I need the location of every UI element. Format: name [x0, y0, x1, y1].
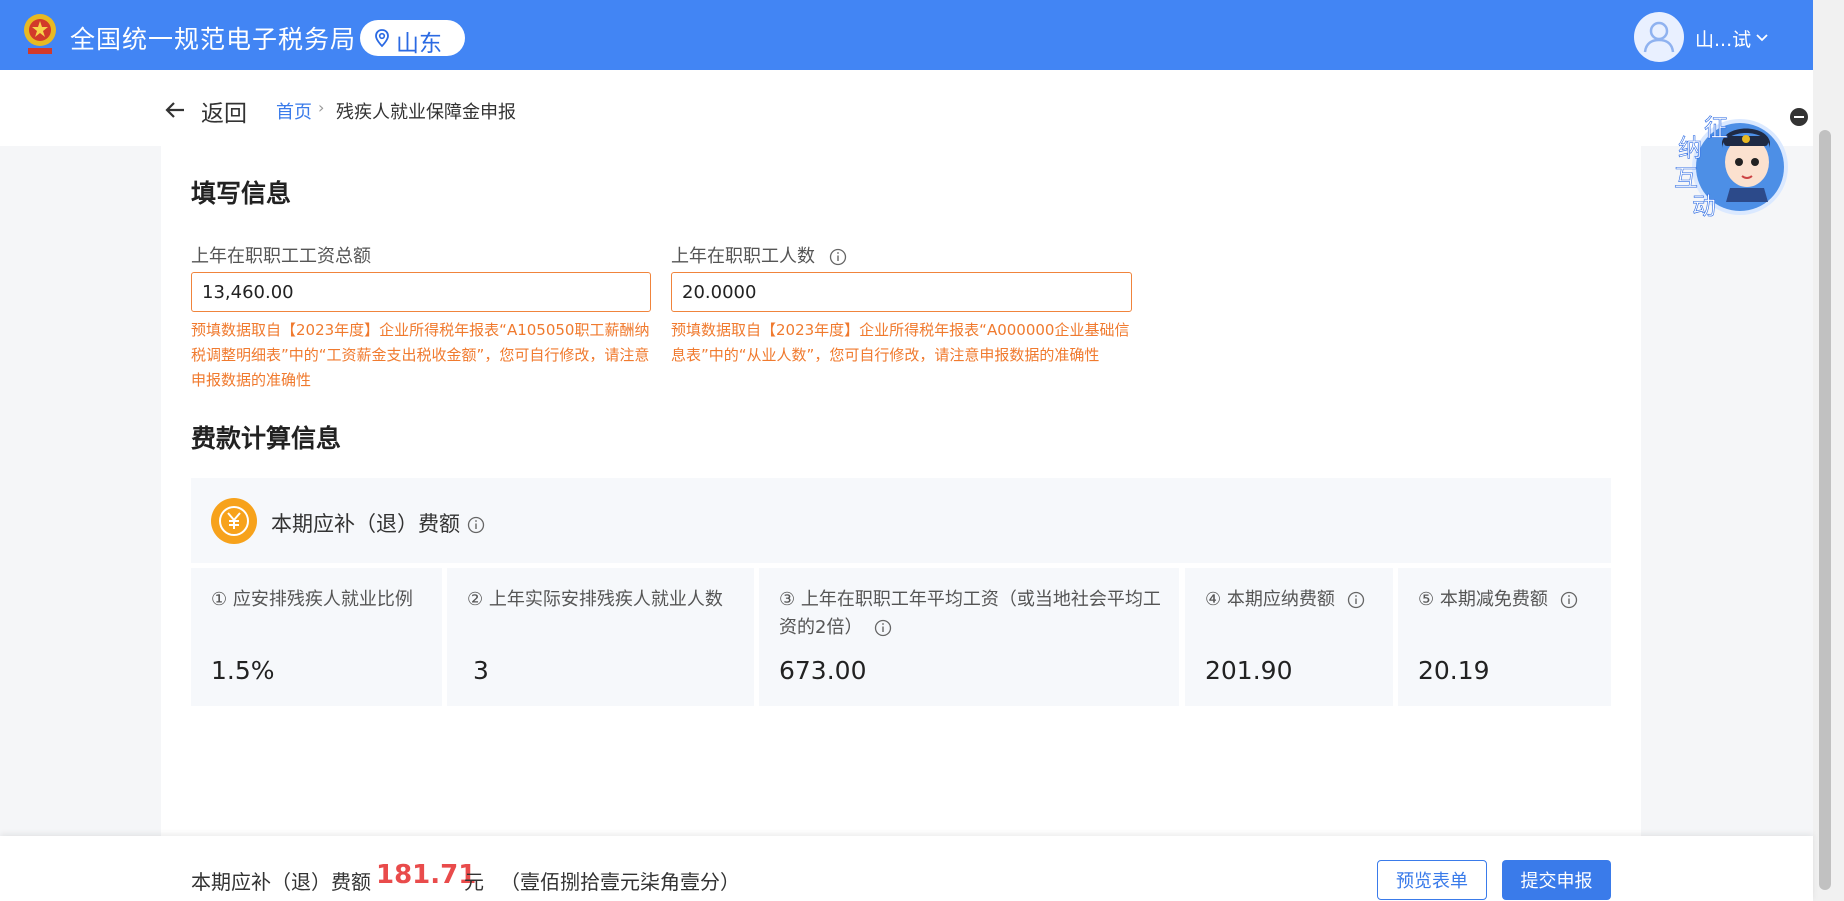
- mascot-char-dong: 动: [1692, 192, 1716, 220]
- mascot-icon: 征 纳 互 动: [1674, 114, 1788, 220]
- preview-form-button[interactable]: 预览表单: [1377, 860, 1487, 900]
- tax-emblem-icon: [24, 14, 56, 54]
- metric-label-wrap: ④ 本期应纳费额: [1205, 586, 1395, 614]
- mascot-char-na: 纳: [1678, 134, 1702, 162]
- calc-section-title: 费款计算信息: [191, 424, 342, 453]
- metric-value: 3: [473, 656, 489, 685]
- footer-bar: 本期应补（退）费额 181.71 元 （壹佰捌拾壹元柒角壹分） 预览表单 提交申…: [0, 836, 1813, 901]
- metric-label: ③ 上年在职职工年平均工资（或当地社会平均工资的2倍）: [779, 589, 1161, 638]
- yuan-coin-icon: [211, 498, 257, 544]
- footer-fee-in-words: （壹佰捌拾壹元柒角壹分）: [500, 870, 740, 894]
- metric-label-wrap: ⑤ 本期减免费额: [1418, 586, 1613, 614]
- footer-fee-amount: 181.71: [376, 860, 477, 890]
- close-icon[interactable]: [1790, 108, 1808, 126]
- fill-section-title: 填写信息: [191, 179, 292, 208]
- mascot-char-zheng: 征: [1704, 114, 1728, 142]
- metric-disabled-employees: ② 上年实际安排残疾人就业人数 3: [447, 568, 754, 706]
- back-button[interactable]: 返回: [163, 94, 263, 127]
- employee-count-hint: 预填数据取自【2023年度】企业所得税年报表“A000000企业基础信息表”中的…: [671, 321, 1130, 364]
- fee-summary-label-wrap: 本期应补（退）费额: [271, 508, 485, 538]
- metric-label: ② 上年实际安排残疾人就业人数: [467, 589, 723, 610]
- employee-count-label-wrap: 上年在职职工人数: [671, 242, 847, 268]
- fee-summary-label: 本期应补（退）费额: [271, 512, 460, 536]
- info-icon[interactable]: [467, 516, 485, 534]
- user-avatar-icon: [1643, 21, 1675, 53]
- user-avatar[interactable]: [1634, 12, 1684, 62]
- metric-value: 673.00: [779, 656, 867, 685]
- footer-fee-unit: 元: [464, 870, 484, 894]
- metric-value: 201.90: [1205, 656, 1293, 685]
- main-panel: 填写信息 上年在职职工工资总额 预填数据取自【2023年度】企业所得税年报表“A…: [161, 146, 1641, 836]
- total-wage-input[interactable]: [191, 272, 651, 312]
- metric-employment-ratio: ① 应安排残疾人就业比例 1.5%: [191, 568, 442, 706]
- info-icon[interactable]: [874, 619, 892, 637]
- submit-declaration-button[interactable]: 提交申报: [1502, 860, 1611, 900]
- mascot-char-hu: 互: [1674, 164, 1698, 192]
- back-arrow-icon: [165, 102, 184, 118]
- total-wage-label: 上年在职职工工资总额: [191, 246, 371, 267]
- metric-value: 1.5%: [211, 656, 275, 685]
- mascot-widget[interactable]: 征 纳 互 动: [1660, 102, 1790, 232]
- user-name[interactable]: 山...试: [1695, 25, 1751, 52]
- scroll-thumb[interactable]: [1819, 130, 1831, 890]
- metric-label: ④ 本期应纳费额: [1205, 589, 1335, 610]
- metric-label-wrap: ③ 上年在职职工年平均工资（或当地社会平均工资的2倍）: [779, 586, 1169, 642]
- metric-label: ① 应安排残疾人就业比例: [211, 589, 413, 610]
- info-icon[interactable]: [1560, 591, 1578, 609]
- region-label: 山东: [396, 31, 442, 57]
- chevron-down-icon[interactable]: [1754, 29, 1770, 45]
- location-pin-icon: [375, 29, 389, 48]
- metric-value: 20.19: [1418, 656, 1490, 685]
- metric-label: ⑤ 本期减免费额: [1418, 589, 1548, 610]
- breadcrumb-home-link[interactable]: 首页: [276, 98, 312, 124]
- footer-fee-label: 本期应补（退）费额: [191, 870, 371, 894]
- metric-payable-fee: ④ 本期应纳费额 201.90: [1185, 568, 1393, 706]
- page-scrollbar[interactable]: [1813, 0, 1844, 901]
- metric-average-wage: ③ 上年在职职工年平均工资（或当地社会平均工资的2倍） 673.00: [759, 568, 1179, 706]
- breadcrumb-bar: 返回 首页 › 残疾人就业保障金申报: [0, 70, 1813, 146]
- metric-reduced-fee: ⑤ 本期减免费额 20.19: [1398, 568, 1611, 706]
- employee-count-input[interactable]: [671, 272, 1132, 312]
- fee-summary-box: 本期应补（退）费额: [191, 478, 1611, 563]
- total-wage-hint: 预填数据取自【2023年度】企业所得税年报表“A105050职工薪酬纳税调整明细…: [191, 321, 650, 389]
- top-header: 全国统一规范电子税务局 山东 山...试: [0, 0, 1813, 70]
- info-icon[interactable]: [829, 248, 847, 266]
- breadcrumb-separator: ›: [318, 98, 325, 117]
- back-label: 返回: [201, 101, 247, 127]
- breadcrumb-current: 残疾人就业保障金申报: [336, 102, 516, 123]
- employee-count-label: 上年在职职工人数: [671, 246, 815, 267]
- info-icon[interactable]: [1347, 591, 1365, 609]
- region-selector[interactable]: 山东: [360, 20, 465, 57]
- site-title: 全国统一规范电子税务局: [70, 25, 357, 54]
